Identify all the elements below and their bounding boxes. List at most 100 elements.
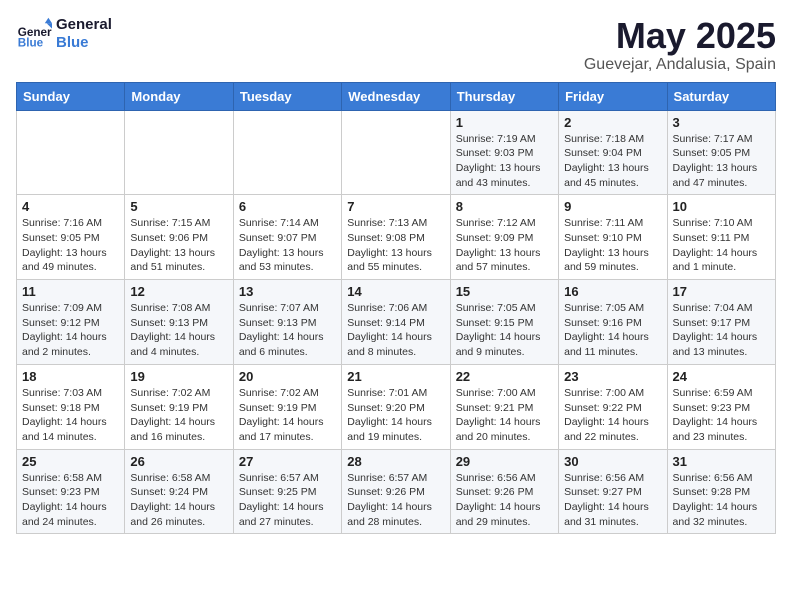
day-number: 4	[22, 199, 119, 214]
cell-w2-d6: 9 Sunrise: 7:11 AM Sunset: 9:10 PM Daylig…	[559, 195, 667, 280]
day-info: Sunrise: 7:18 AM Sunset: 9:04 PM Dayligh…	[564, 132, 661, 191]
header-saturday: Saturday	[667, 82, 775, 110]
cell-w2-d1: 4 Sunrise: 7:16 AM Sunset: 9:05 PM Daylig…	[17, 195, 125, 280]
cell-w2-d5: 8 Sunrise: 7:12 AM Sunset: 9:09 PM Daylig…	[450, 195, 558, 280]
cell-w3-d5: 15 Sunrise: 7:05 AM Sunset: 9:15 PM Dayli…	[450, 280, 558, 365]
day-number: 28	[347, 454, 444, 469]
day-number: 8	[456, 199, 553, 214]
week-row-1: 1 Sunrise: 7:19 AM Sunset: 9:03 PM Daylig…	[17, 110, 776, 195]
header-thursday: Thursday	[450, 82, 558, 110]
day-number: 12	[130, 284, 227, 299]
cell-w4-d5: 22Sunrise: 7:00 AM Sunset: 9:21 PM Dayli…	[450, 364, 558, 449]
day-info: Sunrise: 7:16 AM Sunset: 9:05 PM Dayligh…	[22, 216, 119, 275]
day-info: Sunrise: 6:57 AM Sunset: 9:25 PM Dayligh…	[239, 471, 336, 530]
header-monday: Monday	[125, 82, 233, 110]
calendar-header-row: SundayMondayTuesdayWednesdayThursdayFrid…	[17, 82, 776, 110]
cell-w4-d6: 23 Sunrise: 7:00 AM Sunset: 9:22 PM Dayli…	[559, 364, 667, 449]
cell-w3-d7: 17 Sunrise: 7:04 AM Sunset: 9:17 PM Dayli…	[667, 280, 775, 365]
day-info: Sunrise: 7:00 AM Sunset: 9:22 PM Dayligh…	[564, 386, 661, 445]
day-info: Sunrise: 7:02 AM Sunset: 9:19 PM Dayligh…	[130, 386, 227, 445]
day-number: 21	[347, 369, 444, 384]
cell-w4-d4: 21 Sunrise: 7:01 AM Sunset: 9:20 PM Dayli…	[342, 364, 450, 449]
cell-w1-d4	[342, 110, 450, 195]
day-info: Sunrise: 7:10 AM Sunset: 9:11 PM Dayligh…	[673, 216, 770, 275]
cell-w5-d5: 29 Sunrise: 6:56 AM Sunset: 9:26 PM Dayli…	[450, 449, 558, 534]
day-info: Sunrise: 6:58 AM Sunset: 9:23 PM Dayligh…	[22, 471, 119, 530]
day-info: Sunrise: 7:03 AM Sunset: 9:18 PM Dayligh…	[22, 386, 119, 445]
day-number: 11	[22, 284, 119, 299]
cell-w3-d6: 16Sunrise: 7:05 AM Sunset: 9:16 PM Dayli…	[559, 280, 667, 365]
calendar-title: May 2025	[584, 16, 776, 56]
calendar-subtitle: Guevejar, Andalusia, Spain	[584, 56, 776, 74]
day-number: 30	[564, 454, 661, 469]
day-number: 9	[564, 199, 661, 214]
day-number: 7	[347, 199, 444, 214]
day-info: Sunrise: 7:05 AM Sunset: 9:15 PM Dayligh…	[456, 301, 553, 360]
cell-w4-d1: 18 Sunrise: 7:03 AM Sunset: 9:18 PM Dayli…	[17, 364, 125, 449]
cell-w5-d3: 27Sunrise: 6:57 AM Sunset: 9:25 PM Dayli…	[233, 449, 341, 534]
cell-w5-d7: 31Sunrise: 6:56 AM Sunset: 9:28 PM Dayli…	[667, 449, 775, 534]
cell-w4-d3: 20Sunrise: 7:02 AM Sunset: 9:19 PM Dayli…	[233, 364, 341, 449]
day-number: 10	[673, 199, 770, 214]
cell-w2-d3: 6Sunrise: 7:14 AM Sunset: 9:07 PM Daylig…	[233, 195, 341, 280]
cell-w4-d7: 24 Sunrise: 6:59 AM Sunset: 9:23 PM Dayli…	[667, 364, 775, 449]
cell-w2-d7: 10 Sunrise: 7:10 AM Sunset: 9:11 PM Dayli…	[667, 195, 775, 280]
day-info: Sunrise: 7:01 AM Sunset: 9:20 PM Dayligh…	[347, 386, 444, 445]
header-friday: Friday	[559, 82, 667, 110]
day-number: 19	[130, 369, 227, 384]
day-number: 15	[456, 284, 553, 299]
cell-w3-d4: 14Sunrise: 7:06 AM Sunset: 9:14 PM Dayli…	[342, 280, 450, 365]
logo-line2: Blue	[56, 34, 112, 52]
day-info: Sunrise: 7:04 AM Sunset: 9:17 PM Dayligh…	[673, 301, 770, 360]
logo: General Blue General Blue	[16, 16, 112, 52]
day-info: Sunrise: 7:19 AM Sunset: 9:03 PM Dayligh…	[456, 132, 553, 191]
day-info: Sunrise: 7:13 AM Sunset: 9:08 PM Dayligh…	[347, 216, 444, 275]
day-number: 31	[673, 454, 770, 469]
day-info: Sunrise: 7:12 AM Sunset: 9:09 PM Dayligh…	[456, 216, 553, 275]
day-info: Sunrise: 7:09 AM Sunset: 9:12 PM Dayligh…	[22, 301, 119, 360]
cell-w2-d4: 7 Sunrise: 7:13 AM Sunset: 9:08 PM Daylig…	[342, 195, 450, 280]
day-number: 29	[456, 454, 553, 469]
cell-w1-d6: 2 Sunrise: 7:18 AM Sunset: 9:04 PM Daylig…	[559, 110, 667, 195]
day-number: 25	[22, 454, 119, 469]
day-info: Sunrise: 7:00 AM Sunset: 9:21 PM Dayligh…	[456, 386, 553, 445]
title-block: May 2025 Guevejar, Andalusia, Spain	[584, 16, 776, 74]
logo-icon: General Blue	[16, 16, 52, 52]
week-row-3: 11 Sunrise: 7:09 AM Sunset: 9:12 PM Dayli…	[17, 280, 776, 365]
day-number: 24	[673, 369, 770, 384]
day-info: Sunrise: 7:11 AM Sunset: 9:10 PM Dayligh…	[564, 216, 661, 275]
day-number: 17	[673, 284, 770, 299]
day-info: Sunrise: 6:56 AM Sunset: 9:27 PM Dayligh…	[564, 471, 661, 530]
cell-w1-d5: 1 Sunrise: 7:19 AM Sunset: 9:03 PM Daylig…	[450, 110, 558, 195]
day-number: 2	[564, 115, 661, 130]
calendar-table: SundayMondayTuesdayWednesdayThursdayFrid…	[16, 82, 776, 535]
week-row-2: 4 Sunrise: 7:16 AM Sunset: 9:05 PM Daylig…	[17, 195, 776, 280]
day-info: Sunrise: 7:14 AM Sunset: 9:07 PM Dayligh…	[239, 216, 336, 275]
day-info: Sunrise: 7:15 AM Sunset: 9:06 PM Dayligh…	[130, 216, 227, 275]
day-info: Sunrise: 6:57 AM Sunset: 9:26 PM Dayligh…	[347, 471, 444, 530]
header-tuesday: Tuesday	[233, 82, 341, 110]
cell-w5-d2: 26Sunrise: 6:58 AM Sunset: 9:24 PM Dayli…	[125, 449, 233, 534]
cell-w3-d1: 11 Sunrise: 7:09 AM Sunset: 9:12 PM Dayli…	[17, 280, 125, 365]
day-info: Sunrise: 6:59 AM Sunset: 9:23 PM Dayligh…	[673, 386, 770, 445]
day-number: 18	[22, 369, 119, 384]
cell-w3-d3: 13Sunrise: 7:07 AM Sunset: 9:13 PM Dayli…	[233, 280, 341, 365]
day-number: 3	[673, 115, 770, 130]
cell-w1-d7: 3Sunrise: 7:17 AM Sunset: 9:05 PM Daylig…	[667, 110, 775, 195]
day-info: Sunrise: 7:07 AM Sunset: 9:13 PM Dayligh…	[239, 301, 336, 360]
header-sunday: Sunday	[17, 82, 125, 110]
page-header: General Blue General Blue May 2025 Gueve…	[16, 16, 776, 74]
day-info: Sunrise: 7:02 AM Sunset: 9:19 PM Dayligh…	[239, 386, 336, 445]
cell-w5-d1: 25 Sunrise: 6:58 AM Sunset: 9:23 PM Dayli…	[17, 449, 125, 534]
day-number: 23	[564, 369, 661, 384]
header-wednesday: Wednesday	[342, 82, 450, 110]
week-row-4: 18 Sunrise: 7:03 AM Sunset: 9:18 PM Dayli…	[17, 364, 776, 449]
day-number: 1	[456, 115, 553, 130]
cell-w1-d3	[233, 110, 341, 195]
cell-w2-d2: 5 Sunrise: 7:15 AM Sunset: 9:06 PM Daylig…	[125, 195, 233, 280]
day-info: Sunrise: 7:08 AM Sunset: 9:13 PM Dayligh…	[130, 301, 227, 360]
cell-w3-d2: 12 Sunrise: 7:08 AM Sunset: 9:13 PM Dayli…	[125, 280, 233, 365]
day-info: Sunrise: 6:56 AM Sunset: 9:26 PM Dayligh…	[456, 471, 553, 530]
day-number: 5	[130, 199, 227, 214]
logo-line1: General	[56, 16, 112, 34]
